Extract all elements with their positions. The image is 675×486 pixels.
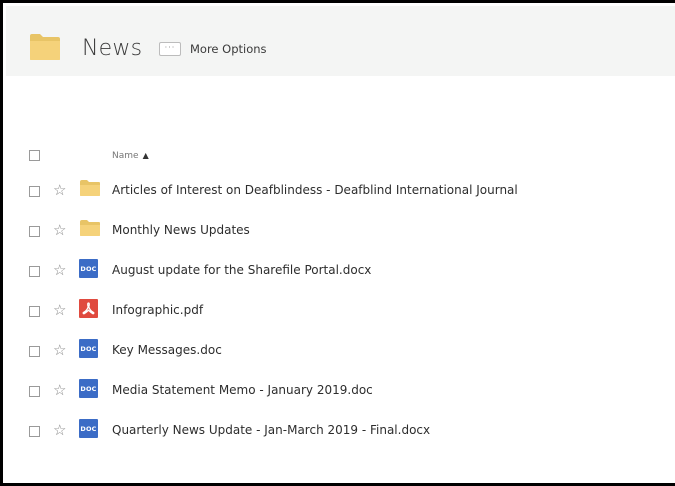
list-item[interactable]: ☆ DOC August update for the Sharefile Po… xyxy=(3,259,675,299)
row-checkbox[interactable] xyxy=(29,426,40,437)
star-icon[interactable]: ☆ xyxy=(53,302,66,318)
more-options-label: More Options xyxy=(190,42,267,56)
file-name-link[interactable]: August update for the Sharefile Portal.d… xyxy=(112,263,371,277)
list-item[interactable]: ☆ DOC Key Messages.doc xyxy=(3,339,675,379)
word-document-icon: DOC xyxy=(79,379,101,398)
sort-ascending-icon: ▲ xyxy=(142,151,149,160)
select-all-checkbox[interactable] xyxy=(29,150,40,161)
star-icon[interactable]: ☆ xyxy=(53,182,66,198)
word-document-icon: DOC xyxy=(79,339,101,358)
folder-icon xyxy=(80,220,100,236)
file-name-link[interactable]: Quarterly News Update - Jan-March 2019 -… xyxy=(112,423,430,437)
star-icon[interactable]: ☆ xyxy=(53,382,66,398)
file-name-link[interactable]: Key Messages.doc xyxy=(112,343,222,357)
row-checkbox[interactable] xyxy=(29,266,40,277)
file-name-link[interactable]: Media Statement Memo - January 2019.doc xyxy=(112,383,373,397)
star-icon[interactable]: ☆ xyxy=(53,222,66,238)
file-name-link[interactable]: Monthly News Updates xyxy=(112,223,250,237)
window-frame: News ··· More Options Name ▲ ☆ Articles o… xyxy=(0,0,675,486)
list-item[interactable]: ☆ Infographic.pdf xyxy=(3,299,675,339)
folder-icon xyxy=(30,34,60,60)
row-checkbox[interactable] xyxy=(29,306,40,317)
column-name-header[interactable]: Name ▲ xyxy=(112,151,149,161)
page-header: News ··· More Options xyxy=(6,6,675,76)
pdf-icon xyxy=(79,299,101,318)
word-document-icon: DOC xyxy=(79,419,101,438)
row-checkbox[interactable] xyxy=(29,186,40,197)
row-checkbox[interactable] xyxy=(29,226,40,237)
row-checkbox[interactable] xyxy=(29,386,40,397)
more-options-button[interactable]: ··· More Options xyxy=(159,42,267,56)
column-name-label: Name xyxy=(112,151,139,161)
more-options-icon: ··· xyxy=(159,42,181,56)
star-icon[interactable]: ☆ xyxy=(53,262,66,278)
star-icon[interactable]: ☆ xyxy=(53,422,66,438)
page-title: News xyxy=(82,36,143,61)
star-icon[interactable]: ☆ xyxy=(53,342,66,358)
file-name-link[interactable]: Articles of Interest on Deafblindess - D… xyxy=(112,183,518,197)
column-header-row: Name ▲ xyxy=(3,147,675,167)
list-item[interactable]: ☆ DOC Quarterly News Update - Jan-March … xyxy=(3,419,675,459)
file-list: ☆ Articles of Interest on Deafblindess -… xyxy=(3,179,675,459)
row-checkbox[interactable] xyxy=(29,346,40,357)
list-item[interactable]: ☆ DOC Media Statement Memo - January 201… xyxy=(3,379,675,419)
folder-icon xyxy=(80,180,100,196)
word-document-icon: DOC xyxy=(79,259,101,278)
list-item[interactable]: ☆ Articles of Interest on Deafblindess -… xyxy=(3,179,675,219)
list-item[interactable]: ☆ Monthly News Updates xyxy=(3,219,675,259)
file-name-link[interactable]: Infographic.pdf xyxy=(112,303,203,317)
